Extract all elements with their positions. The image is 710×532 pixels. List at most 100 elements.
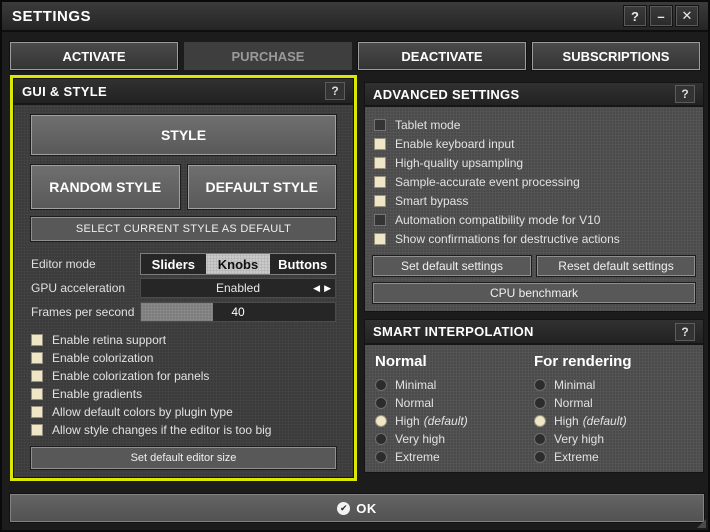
radio-icon[interactable] [375, 433, 387, 445]
radio-icon[interactable] [375, 379, 387, 391]
gui-style-checkbox-list: Enable retina support Enable colorizatio… [31, 331, 336, 438]
checkbox-icon[interactable] [374, 214, 386, 226]
checkbox-icon[interactable] [31, 387, 43, 400]
checkbox-icon[interactable] [31, 351, 43, 364]
checkbox-row-upsampling[interactable]: High-quality upsampling [374, 154, 694, 172]
radio-row-high[interactable]: High (default) [534, 412, 693, 430]
checkbox-label: High-quality upsampling [395, 156, 524, 170]
tab-activate[interactable]: ACTIVATE [10, 42, 178, 70]
radio-icon[interactable] [534, 433, 546, 445]
radio-icon[interactable] [375, 415, 387, 427]
gui-style-title: GUI & STYLE [22, 83, 107, 99]
radio-icon[interactable] [375, 397, 387, 409]
gpu-acceleration-dropdown[interactable]: Enabled ◀ ▶ [140, 278, 336, 298]
checkbox-row-gradients[interactable]: Enable gradients [31, 385, 336, 402]
editor-mode-segmented: Sliders Knobs Buttons [140, 253, 336, 275]
style-button[interactable]: STYLE [31, 115, 336, 155]
radio-label: Normal [554, 396, 593, 410]
radio-row-minimal[interactable]: Minimal [375, 376, 534, 394]
checkbox-row-colorization-panels[interactable]: Enable colorization for panels [31, 367, 336, 384]
checkbox-label: Sample-accurate event processing [395, 175, 580, 189]
gui-style-help-button[interactable]: ? [325, 82, 345, 100]
set-default-editor-size-button[interactable]: Set default editor size [31, 447, 336, 469]
gui-style-header: GUI & STYLE ? [14, 79, 353, 105]
radio-row-very-high[interactable]: Very high [534, 430, 693, 448]
tab-subscriptions[interactable]: SUBSCRIPTIONS [532, 42, 700, 70]
radio-row-extreme[interactable]: Extreme [534, 448, 693, 466]
checkbox-icon[interactable] [374, 195, 386, 207]
checkbox-row-keyboard-input[interactable]: Enable keyboard input [374, 135, 694, 153]
smart-interpolation-header: SMART INTERPOLATION ? [365, 320, 703, 345]
checkbox-icon[interactable] [374, 119, 386, 131]
checkbox-row-colorization[interactable]: Enable colorization [31, 349, 336, 366]
select-current-style-button[interactable]: SELECT CURRENT STYLE AS DEFAULT [31, 217, 336, 241]
ok-label: OK [356, 500, 377, 516]
arrow-right-icon[interactable]: ▶ [324, 283, 331, 294]
checkbox-label: Automation compatibility mode for V10 [395, 213, 601, 227]
radio-row-normal[interactable]: Normal [375, 394, 534, 412]
radio-icon[interactable] [534, 415, 546, 427]
radio-row-normal[interactable]: Normal [534, 394, 693, 412]
radio-row-high[interactable]: High (default) [375, 412, 534, 430]
frames-per-second-label: Frames per second [31, 305, 135, 319]
random-style-button[interactable]: RANDOM STYLE [31, 165, 180, 209]
smart-interpolation-help-button[interactable]: ? [675, 322, 695, 341]
checkbox-icon[interactable] [31, 405, 43, 418]
arrow-left-icon[interactable]: ◀ [313, 283, 320, 294]
checkbox-row-automation-v10[interactable]: Automation compatibility mode for V10 [374, 211, 694, 229]
checkbox-label: Enable colorization [52, 350, 154, 365]
close-button[interactable]: ✕ [676, 6, 698, 26]
help-button[interactable]: ? [624, 6, 646, 26]
frames-per-second-row: Frames per second 40 [31, 301, 336, 323]
radio-row-extreme[interactable]: Extreme [375, 448, 534, 466]
radio-note: (default) [423, 414, 468, 428]
minimize-button[interactable]: – [650, 6, 672, 26]
checkbox-icon[interactable] [374, 233, 386, 245]
title-bar: SETTINGS ? – ✕ [2, 2, 708, 32]
checkbox-row-confirmations[interactable]: Show confirmations for destructive actio… [374, 230, 694, 248]
checkbox-label: Smart bypass [395, 194, 469, 208]
reset-default-settings-button[interactable]: Reset default settings [537, 256, 695, 276]
radio-row-minimal[interactable]: Minimal [534, 376, 693, 394]
checkbox-row-retina[interactable]: Enable retina support [31, 331, 336, 348]
resize-grip[interactable] [697, 519, 706, 528]
advanced-settings-help-button[interactable]: ? [675, 85, 695, 103]
radio-label: High [395, 414, 420, 428]
checkbox-icon[interactable] [374, 157, 386, 169]
default-style-button[interactable]: DEFAULT STYLE [187, 165, 336, 209]
radio-label: High [554, 414, 579, 428]
checkbox-row-tablet-mode[interactable]: Tablet mode [374, 116, 694, 134]
settings-window: SETTINGS ? – ✕ ACTIVATE PURCHASE DEACTIV… [0, 0, 710, 532]
cpu-benchmark-button[interactable]: CPU benchmark [373, 283, 695, 303]
radio-row-very-high[interactable]: Very high [375, 430, 534, 448]
checkbox-icon[interactable] [374, 138, 386, 150]
ok-button[interactable]: ✔ OK [10, 494, 704, 522]
editor-mode-option-sliders[interactable]: Sliders [141, 254, 206, 274]
checkbox-icon[interactable] [31, 423, 43, 436]
checkbox-label: Show confirmations for destructive actio… [395, 232, 620, 246]
radio-label: Very high [554, 432, 605, 446]
radio-label: Very high [395, 432, 446, 446]
frames-per-second-value: 40 [231, 305, 245, 319]
editor-mode-option-knobs[interactable]: Knobs [205, 254, 271, 274]
checkbox-row-smart-bypass[interactable]: Smart bypass [374, 192, 694, 210]
radio-icon[interactable] [534, 397, 546, 409]
frames-per-second-slider[interactable]: 40 [140, 302, 336, 322]
tab-deactivate[interactable]: DEACTIVATE [358, 42, 526, 70]
radio-icon[interactable] [534, 379, 546, 391]
column-heading: Normal [375, 353, 427, 370]
checkbox-row-style-changes[interactable]: Allow style changes if the editor is too… [31, 421, 336, 438]
smart-interpolation-title: SMART INTERPOLATION [373, 324, 534, 339]
radio-icon[interactable] [534, 451, 546, 463]
editor-mode-option-buttons[interactable]: Buttons [270, 254, 335, 274]
checkbox-row-default-colors[interactable]: Allow default colors by plugin type [31, 403, 336, 420]
checkbox-label: Allow default colors by plugin type [52, 404, 233, 419]
column-heading: For rendering [534, 353, 632, 370]
checkbox-icon[interactable] [31, 333, 43, 346]
set-default-settings-button[interactable]: Set default settings [373, 256, 531, 276]
radio-icon[interactable] [375, 451, 387, 463]
advanced-settings-panel: ADVANCED SETTINGS ? Tablet mode Enable k… [364, 82, 704, 312]
checkbox-row-sample-accurate[interactable]: Sample-accurate event processing [374, 173, 694, 191]
checkbox-icon[interactable] [374, 176, 386, 188]
checkbox-icon[interactable] [31, 369, 43, 382]
